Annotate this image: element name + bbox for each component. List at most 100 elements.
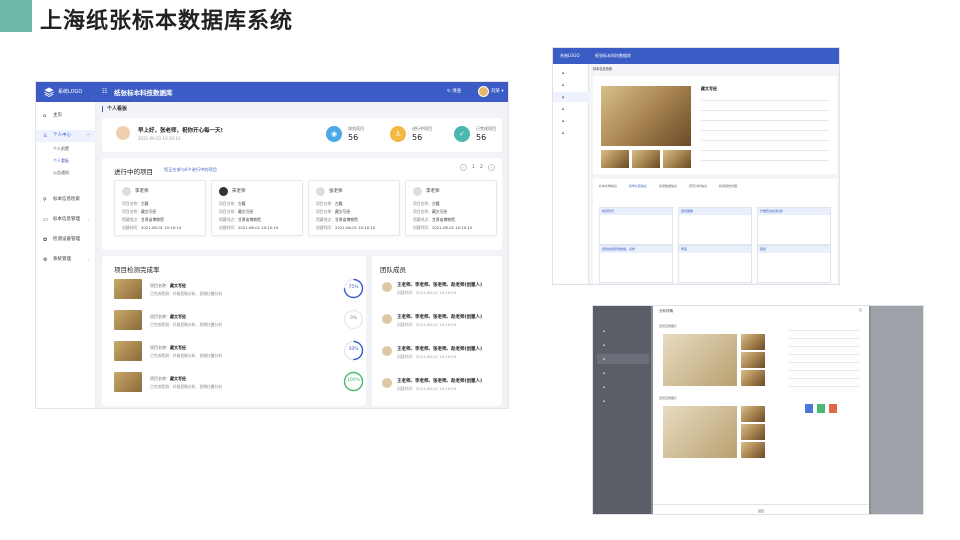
sidebar-item-personal-center[interactable]: ♙ 个人中心 ^ xyxy=(36,130,96,142)
project-card[interactable]: 张老师 项目名称：古籍 项目名称：藏文写经 馆藏地点：甘肃省博物馆 创建时间：2… xyxy=(308,180,400,236)
sidebar-item[interactable]: ▪ xyxy=(553,80,589,90)
sidebar-item-home[interactable]: ⌂ 主页 xyxy=(36,110,96,122)
specimen-thumb[interactable] xyxy=(632,150,660,168)
slide-title: 上海纸张标本数据库系统 xyxy=(40,9,294,34)
sidebar-sub-notices[interactable]: 公告通知 xyxy=(36,168,96,178)
team-member[interactable]: 王老师、李老师、张老师、赵老师(创建人) 创建时间：2021-06-01 10:1… xyxy=(382,280,492,304)
sidebar-item[interactable]: ▪ xyxy=(597,368,649,378)
sidebar-item[interactable]: ▪ xyxy=(597,326,649,336)
info-box: 成纸形式 xyxy=(599,207,673,245)
sidebar-item[interactable]: ▪ xyxy=(553,128,589,138)
completion-desc: 已完成检测：纤维显微分析、显微拉曼分析 xyxy=(150,384,223,389)
user-icon: ♙ xyxy=(43,133,48,139)
sidebar-item[interactable]: ▪ xyxy=(597,382,649,392)
divider xyxy=(701,160,829,161)
micro-thumb[interactable] xyxy=(741,370,765,386)
completion-desc: 已完成检测：纤维显微分析、显微拉曼分析 xyxy=(150,353,223,358)
project-card[interactable]: 李老师 项目名称：古籍 项目名称：藏文写经 馆藏地点：甘肃省博物馆 创建时间：2… xyxy=(114,180,206,236)
specimen-thumb[interactable] xyxy=(601,150,629,168)
team-member[interactable]: 王老师、李老师、张老师、赵老师(创建人) 创建时间：2021-06-01 10:1… xyxy=(382,376,492,400)
completion-project: 项目名称：藏文写经 xyxy=(150,376,186,381)
menu-icon[interactable]: ☷ xyxy=(102,88,107,95)
stat-label: 已完成项目 xyxy=(476,126,496,131)
divider xyxy=(701,100,829,101)
project-card[interactable]: 宋老师 项目名称：古籍 项目名称：藏文写经 馆藏地点：甘肃省博物馆 创建时间：2… xyxy=(211,180,303,236)
user-avatar[interactable] xyxy=(478,86,489,97)
page-1[interactable]: 1 xyxy=(472,165,475,170)
avatar xyxy=(122,187,131,196)
completion-row[interactable]: 项目名称：藏文写经 已完成检测：纤维显微分析、显微拉曼分析 50% xyxy=(114,340,364,366)
sidebar-item-system-manage[interactable]: ⚙ 系统管理 › xyxy=(36,254,96,266)
sidebar-item[interactable]: ▪ xyxy=(553,116,589,126)
micro-thumb[interactable] xyxy=(741,424,765,440)
divider xyxy=(701,150,829,151)
stat-value: 56 xyxy=(348,133,359,142)
team-member[interactable]: 王老师、李老师、张老师、赵老师(创建人) 创建时间：2021-06-01 10:1… xyxy=(382,344,492,368)
welcome-card: 早上好，张老师，祝你开心每一天! 2021-06-01 10:10:10 ◉ 浏… xyxy=(102,118,502,152)
sidebar-sub-personal-front[interactable]: 个人前置 xyxy=(36,144,96,154)
tab-0[interactable]: 标本文物信息 xyxy=(599,184,617,188)
logo-text: 系统LOGO xyxy=(560,53,580,58)
specimen-thumb[interactable] xyxy=(663,150,691,168)
tab-2[interactable]: 检测数据信息 xyxy=(659,184,677,188)
micro-thumb[interactable] xyxy=(741,352,765,368)
user-menu[interactable]: 刘某 ▾ xyxy=(491,88,504,94)
micro-thumb[interactable] xyxy=(741,406,765,422)
breadcrumb: 标本信息查看 xyxy=(593,67,613,71)
sidebar-item[interactable]: ▪ xyxy=(597,396,649,406)
team-member[interactable]: 王老师、李老师、张老师、赵老师(创建人) 创建时间：2021-06-01 10:1… xyxy=(382,312,492,336)
refresh-label: 清查 xyxy=(452,89,462,94)
divider xyxy=(789,354,859,355)
avatar xyxy=(382,346,392,356)
projects-link[interactable]: 您正在参与6个进行中的项目 xyxy=(164,167,217,173)
home-icon: ⌂ xyxy=(43,113,47,119)
specimen-photo[interactable] xyxy=(601,86,691,146)
doc-icon[interactable] xyxy=(805,404,813,413)
progress-value: 75% xyxy=(348,285,359,290)
progress-value: 50% xyxy=(348,347,359,352)
project-field: 创建时间：2021-06-01 10:10:10 xyxy=(122,225,182,230)
project-card[interactable]: 李老师 项目名称：古籍 项目名称：藏文写经 馆藏地点：甘肃省博物馆 创建时间：2… xyxy=(405,180,497,236)
micro-image[interactable] xyxy=(663,334,737,386)
page-2[interactable]: 2 xyxy=(480,165,483,170)
completion-row[interactable]: 项目名称：藏文写经 已完成检测：纤维显微分析、显微拉曼分析 100% xyxy=(114,371,364,397)
completion-row[interactable]: 项目名称：藏文写经 已完成检测：纤维显微分析、显微拉曼分析 75% xyxy=(114,278,364,304)
sidebar-item-specimen-search[interactable]: ⚲ 标本信息检索 xyxy=(36,194,96,206)
stat-value: 56 xyxy=(476,133,487,142)
sidebar-item[interactable]: ▪ xyxy=(553,104,589,114)
info-box: 纸张纹理测量数据，采样 xyxy=(599,245,673,283)
micro-thumb[interactable] xyxy=(741,334,765,350)
close-icon[interactable]: × xyxy=(858,307,863,314)
sidebar-item[interactable]: ▪ xyxy=(597,340,649,350)
specimen-title: 藏文写经 xyxy=(701,86,717,91)
completion-row[interactable]: 项目名称：藏文写经 已完成检测：纤维显微分析、显微拉曼分析 0% xyxy=(114,309,364,335)
pdf-icon[interactable] xyxy=(829,404,837,413)
tab-1[interactable]: 科学认知信息 xyxy=(629,184,647,188)
dialog-footer[interactable]: 返回 xyxy=(653,504,869,514)
info-box: 纸张图像 xyxy=(678,207,752,245)
welcome-greeting: 早上好，张老师，祝你开心每一天! xyxy=(138,128,224,134)
sidebar-item[interactable]: ▪ xyxy=(553,92,589,102)
sidebar-item-device-manage[interactable]: ✿ 检测设备管理 xyxy=(36,234,96,246)
refresh-button[interactable]: ↻ 清查 xyxy=(447,88,461,94)
system-name: 纸张标本科技数据库 xyxy=(595,53,631,58)
micro-image[interactable] xyxy=(663,406,737,458)
sidebar-item-specimen-manage[interactable]: ▭ 标本信息管理 › xyxy=(36,214,96,226)
sidebar-item[interactable]: ▪ xyxy=(553,68,589,78)
tab-3[interactable]: 研究分析信息 xyxy=(689,184,707,188)
sheet-icon[interactable] xyxy=(817,404,825,413)
info-box: 纤维形态检测(纸) xyxy=(757,207,831,245)
section-label: 纸张显微图片 xyxy=(659,396,678,400)
avatar xyxy=(382,378,392,388)
projects-card: 进行中的项目 您正在参与6个进行中的项目 ‹ 1 2 › 李老师 项目名称：古籍… xyxy=(102,158,502,250)
sidebar-sub-personal-board[interactable]: 个人看板 xyxy=(36,156,96,166)
sidebar-item[interactable]: ▪ xyxy=(597,354,649,364)
tab-4[interactable]: 检测报告管理 xyxy=(719,184,737,188)
project-field: 馆藏地点：甘肃省博物馆 xyxy=(122,217,164,222)
next-page-button[interactable]: › xyxy=(488,164,495,171)
project-field: 馆藏地点：甘肃省博物馆 xyxy=(413,217,455,222)
divider xyxy=(701,140,829,141)
prev-page-button[interactable]: ‹ xyxy=(460,164,467,171)
divider xyxy=(701,120,829,121)
micro-thumb[interactable] xyxy=(741,442,765,458)
